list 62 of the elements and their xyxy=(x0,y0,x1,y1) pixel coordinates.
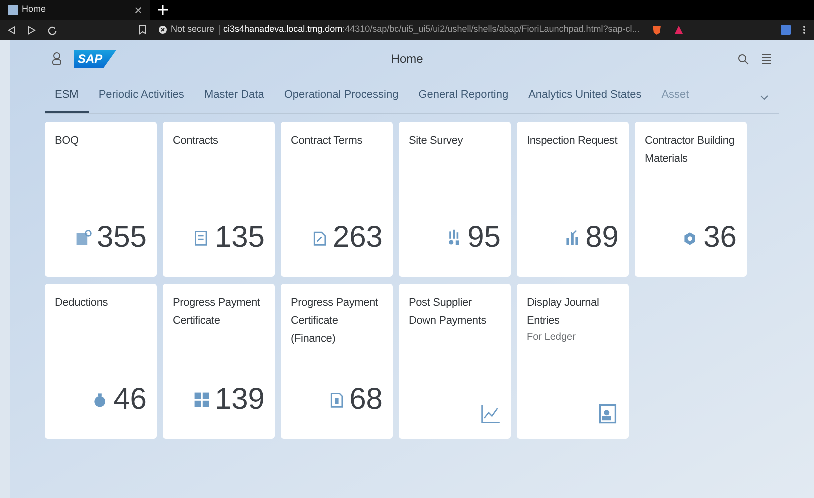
tab[interactable]: Analytics United States xyxy=(518,86,652,113)
more-icon[interactable] xyxy=(803,25,806,35)
tile[interactable]: Contracts 135 xyxy=(163,122,275,277)
tile[interactable]: Deductions 46 xyxy=(45,284,157,439)
tile-count: 68 xyxy=(350,385,383,415)
tile-title: Progress Payment Certificate xyxy=(173,296,262,329)
tile-title: BOQ xyxy=(55,134,80,149)
tile-title: Post Supplier Down Payments xyxy=(409,296,488,329)
tab[interactable]: General Reporting xyxy=(408,86,519,113)
tile-subtitle: For Ledger xyxy=(527,331,577,345)
tile-title: Contract Terms xyxy=(291,134,364,149)
tile[interactable]: Progress Payment Certificate 139 xyxy=(163,284,275,439)
url-text: ci3s4hanadeva.local.tmg.dom:44310/sap/bc/ui5_ui5/ui2/ushell/shells/abap/FioriLaunchpad.html?sap-cl... xyxy=(224,23,640,36)
tile[interactable]: Display Journal Entries For Ledger xyxy=(517,284,629,439)
tile[interactable]: Inspection Request 89 xyxy=(517,122,629,277)
tile-count: 89 xyxy=(586,223,619,253)
browser-tab[interactable]: Home xyxy=(0,0,150,20)
tab[interactable]: Periodic Activities xyxy=(88,86,194,113)
tile-count: 135 xyxy=(214,223,265,253)
forward-icon[interactable] xyxy=(28,26,36,34)
shell-title: Home xyxy=(390,51,424,68)
tile[interactable]: Contract Terms 263 xyxy=(281,122,393,277)
new-tab-icon[interactable] xyxy=(158,5,168,15)
search-icon[interactable] xyxy=(738,54,749,64)
page-icon xyxy=(8,5,18,15)
bookmark-icon[interactable] xyxy=(139,25,147,35)
tab[interactable]: ESM xyxy=(45,86,89,113)
id-card-icon xyxy=(597,403,619,425)
tile-count: 355 xyxy=(96,223,147,253)
tile[interactable]: Progress Payment Certificate (Finance) 68 xyxy=(281,284,393,439)
back-icon[interactable] xyxy=(8,26,16,34)
close-icon[interactable] xyxy=(135,6,142,14)
warning-icon xyxy=(159,26,167,34)
tile-count: 263 xyxy=(332,223,383,253)
tile-title: Contractor Building Materials xyxy=(645,134,736,167)
tile[interactable]: BOQ 355 xyxy=(45,122,157,277)
tile-title: Contracts xyxy=(173,134,220,149)
tile-title: Site Survey xyxy=(409,134,464,149)
sap-logo[interactable]: SAP xyxy=(74,50,117,68)
triangle-icon[interactable] xyxy=(674,25,684,35)
notifications-icon[interactable] xyxy=(761,54,772,64)
address-bar[interactable]: Not secure ci3s4hanadeva.local.tmg.dom:44310/sap/bc/ui5_ui5/ui2/ushell/shells/abap/FioriLaunchpad.html?sap-cl... xyxy=(159,22,640,38)
tile[interactable]: Post Supplier Down Payments xyxy=(399,284,511,439)
tile-count: 46 xyxy=(114,385,147,415)
chevron-down-icon[interactable] xyxy=(760,95,769,101)
tile-count: 139 xyxy=(214,385,265,415)
tab[interactable]: Master Data xyxy=(194,86,274,113)
tile[interactable]: Contractor Building Materials 36 xyxy=(635,122,747,277)
tile-count: 95 xyxy=(468,223,501,253)
reload-icon[interactable] xyxy=(48,26,57,34)
tile-count: 36 xyxy=(704,223,737,253)
security-label: Not secure xyxy=(171,23,215,36)
tile[interactable]: Site Survey 95 xyxy=(399,122,511,277)
tile-title: Deductions xyxy=(55,296,110,311)
user-icon[interactable] xyxy=(52,52,62,66)
tab[interactable]: Operational Processing xyxy=(274,86,409,113)
grid-icon xyxy=(192,390,211,410)
line-chart-icon xyxy=(479,403,501,425)
tab-title: Home xyxy=(22,3,48,16)
tile-title: Progress Payment Certificate (Finance) xyxy=(291,296,380,347)
tile-title: Display Journal Entries xyxy=(527,296,600,329)
tile-title: Inspection Request xyxy=(527,134,619,149)
